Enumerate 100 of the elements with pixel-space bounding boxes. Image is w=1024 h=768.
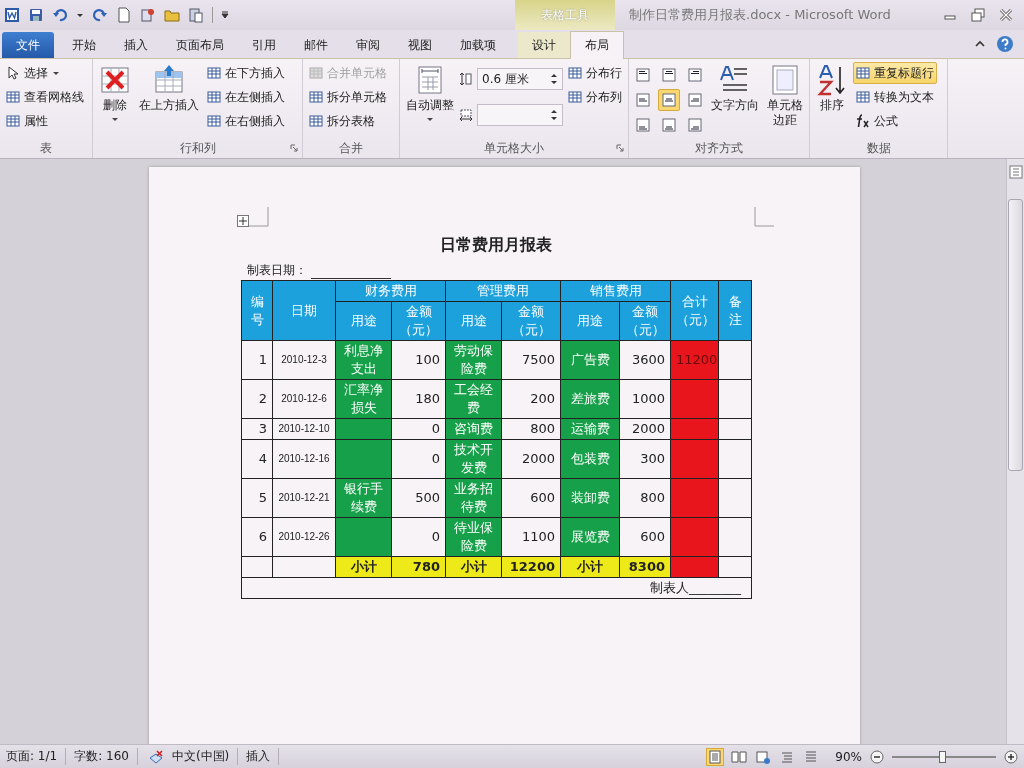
zoom-slider-thumb[interactable] (938, 750, 946, 763)
spin-field[interactable] (477, 104, 563, 126)
table-cell (241, 556, 273, 578)
ribbon-tab[interactable]: 加载项 (446, 32, 510, 58)
spin-arrows-icon[interactable] (550, 72, 558, 86)
save-icon[interactable] (28, 7, 44, 23)
ribbon-button[interactable]: 在上方插入 (136, 62, 202, 115)
web-layout-icon[interactable] (755, 748, 772, 765)
language-indicator[interactable]: 中文(中国) (171, 748, 239, 765)
table-cell (718, 340, 752, 380)
ribbon-button[interactable]: 删除 (96, 62, 134, 125)
ribbon-button[interactable]: 单元格 边距 (764, 62, 806, 130)
column-header: 日期 (272, 280, 336, 341)
table-cell: 3600 (619, 340, 671, 380)
ribbon-button[interactable]: 分布列 (565, 86, 625, 108)
table-cell: 800 (501, 418, 561, 440)
ruler-toggle-icon[interactable] (1008, 165, 1023, 179)
document-icon[interactable] (140, 7, 156, 23)
ribbon-button[interactable]: 在左侧插入 (204, 86, 288, 108)
caret-icon[interactable] (76, 11, 84, 19)
table-cell: 7500 (501, 340, 561, 380)
ribbon-button[interactable]: 公式 (853, 110, 937, 132)
column-header: 备注 (718, 280, 752, 341)
table-cell: 100 (391, 340, 446, 380)
zoom-out-icon[interactable] (870, 749, 884, 764)
crop-mark-icon (754, 207, 774, 227)
ribbon-tab[interactable]: 开始 (58, 32, 110, 58)
table-cell (718, 517, 752, 557)
table-cell: 11200 (670, 340, 719, 380)
vertical-scrollbar[interactable] (1006, 159, 1024, 744)
restore-icon[interactable] (970, 7, 986, 23)
sort-icon (816, 64, 848, 96)
insert-mode[interactable]: 插入 (246, 748, 280, 765)
table-cell: 制表人________ (241, 577, 752, 599)
undo-icon[interactable] (52, 7, 68, 23)
ribbon-button[interactable]: 在下方插入 (204, 62, 288, 84)
caret-icon (426, 115, 434, 123)
zoom-in-icon[interactable] (1004, 749, 1018, 764)
ribbon-button[interactable]: 文字方向 (708, 62, 762, 115)
table-icon (207, 114, 221, 128)
pointer-icon (6, 66, 20, 80)
ribbon-tab[interactable]: 审阅 (342, 32, 394, 58)
dialog-launcher-icon[interactable] (616, 144, 624, 152)
crop-mark-icon (249, 207, 269, 227)
ribbon-button[interactable]: 拆分单元格 (306, 86, 390, 108)
ribbon-button[interactable]: 属性 (3, 110, 87, 132)
table-icon (207, 90, 221, 104)
spin-field[interactable]: 0.6 厘米 (477, 68, 563, 90)
table-cell: 展览费 (560, 517, 620, 557)
table-icon (856, 90, 870, 104)
dialog-launcher-icon[interactable] (290, 144, 298, 152)
table-icon (309, 66, 323, 80)
group-label: 数据 (866, 139, 891, 157)
zoom-level[interactable]: 90% (827, 749, 862, 764)
redo-icon[interactable] (92, 7, 108, 23)
ribbon-button[interactable]: 选择 (3, 62, 87, 84)
ribbon-button[interactable]: 自动调整 (403, 62, 457, 125)
ribbon-tab[interactable]: 视图 (394, 32, 446, 58)
table-move-handle-icon[interactable] (237, 215, 249, 227)
column-header: 销售费用 (560, 280, 671, 302)
ribbon-button[interactable]: 转换为文本 (853, 86, 937, 108)
word-count[interactable]: 字数: 160 (74, 748, 138, 765)
print-layout-icon[interactable] (707, 748, 724, 765)
ribbon-button[interactable]: 查看网格线 (3, 86, 87, 108)
help-icon[interactable] (996, 35, 1014, 53)
ribbon-button[interactable]: 分布行 (565, 62, 625, 84)
ribbon-tab[interactable]: 文件 (2, 32, 54, 58)
customize-caret-icon[interactable] (221, 11, 229, 19)
table-icon (568, 90, 582, 104)
column-header: 管理费用 (445, 280, 561, 302)
scroll-thumb[interactable] (1008, 199, 1023, 471)
folder-icon[interactable] (164, 7, 180, 23)
column-header: 用途 (560, 301, 620, 341)
page-count[interactable]: 页面: 1/1 (6, 748, 67, 765)
ribbon-tab[interactable]: 引用 (238, 32, 290, 58)
table-cell: 2010-12-16 (272, 439, 336, 479)
reading-layout-icon[interactable] (731, 748, 748, 765)
clipboard-icon[interactable] (188, 7, 204, 23)
ribbon-tab[interactable]: 设计 (518, 32, 570, 58)
table-cell: 包装费 (560, 439, 620, 479)
ribbon-tab[interactable]: 插入 (110, 32, 162, 58)
new-document-icon[interactable] (116, 7, 132, 23)
ribbon-tab[interactable]: 布局 (570, 31, 624, 59)
proofing-icon[interactable] (147, 748, 164, 765)
spin-arrows-icon[interactable] (550, 108, 558, 122)
table-cell: 待业保险费 (445, 517, 502, 557)
ribbon-tab[interactable]: 邮件 (290, 32, 342, 58)
ribbon-button[interactable]: 重复标题行 (853, 62, 937, 84)
ribbon-tab[interactable]: 页面布局 (162, 32, 238, 58)
table-cell: 2010-12-3 (272, 340, 336, 380)
formula-icon (856, 114, 870, 128)
table-cell: 600 (501, 478, 561, 518)
table-cell: 1 (241, 340, 273, 380)
ribbon-button[interactable]: 排序 (813, 62, 851, 115)
close-icon[interactable] (998, 7, 1014, 23)
ribbon-button[interactable]: 在右侧插入 (204, 110, 288, 132)
caret-icon (52, 69, 60, 77)
group-label: 表 (40, 139, 52, 157)
table-icon (309, 114, 323, 128)
ribbon-button[interactable]: 拆分表格 (306, 110, 390, 132)
